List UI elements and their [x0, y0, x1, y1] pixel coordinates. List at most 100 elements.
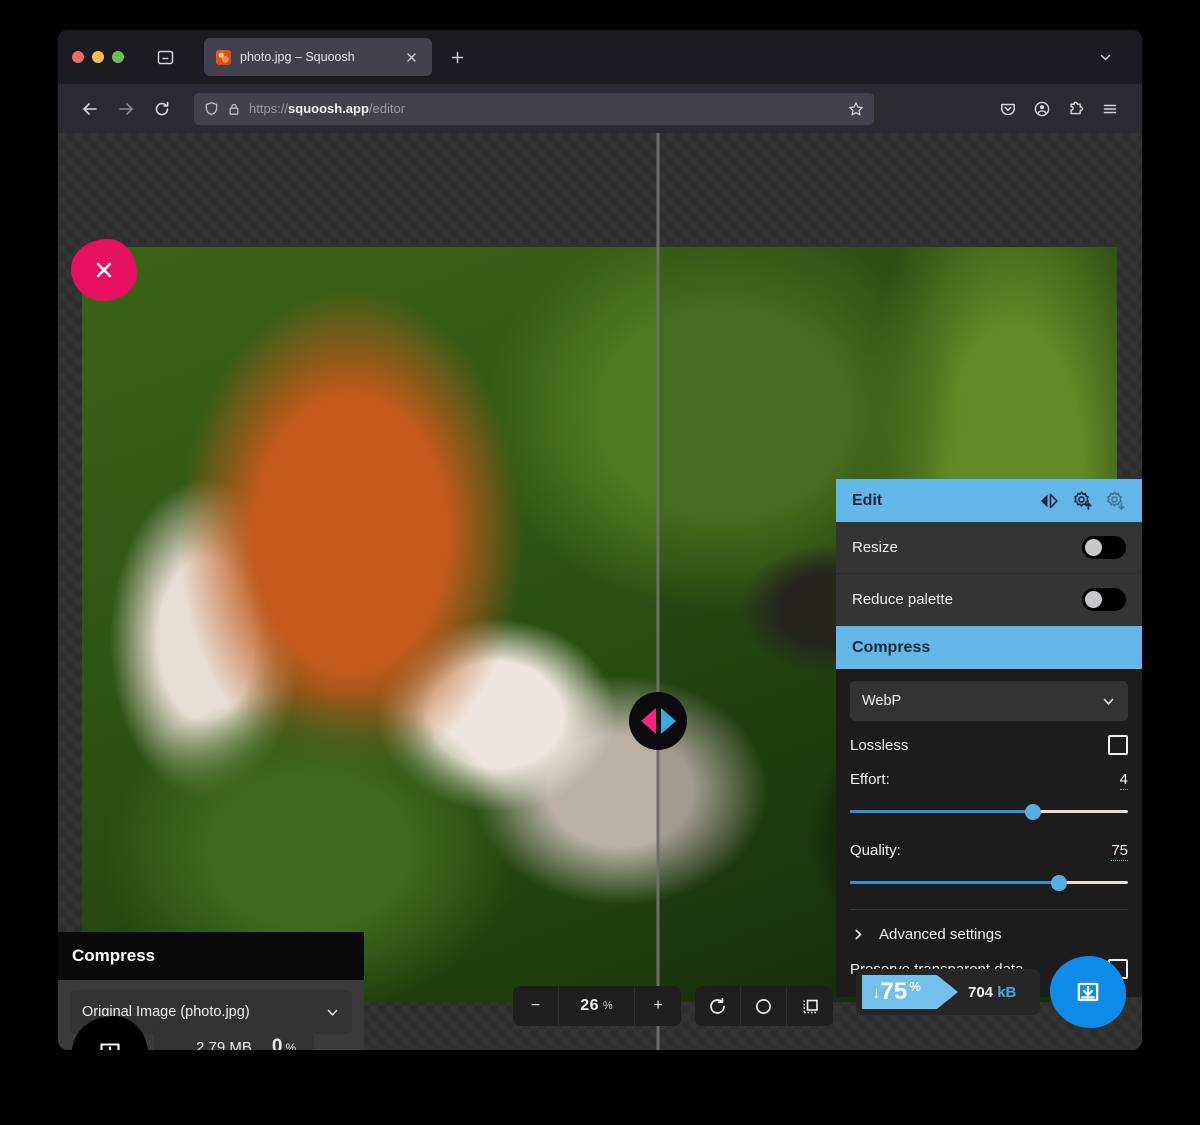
reduce-palette-toggle-knob	[1085, 591, 1102, 608]
edit-panel-header: Edit	[836, 479, 1142, 522]
original-percent: 0 %	[272, 1036, 296, 1050]
savings-percent: 75	[880, 978, 908, 1005]
savings-percent-symbol: %	[909, 979, 921, 994]
left-panel-title: Compress	[58, 932, 364, 980]
star-icon[interactable]	[848, 101, 864, 117]
forward-arrow-icon[interactable]	[110, 93, 142, 125]
format-value: WebP	[862, 693, 902, 709]
output-size-unit: kB	[997, 983, 1017, 1001]
compress-panel-body: WebP Lossless Effort: 4 Quality: 75 Adva…	[836, 669, 1142, 997]
upload-settings-icon[interactable]	[1072, 490, 1093, 511]
effort-slider-fill	[850, 810, 1034, 813]
output-size-number: 704	[968, 983, 998, 1001]
lossless-checkbox[interactable]	[1108, 735, 1128, 755]
window-controls	[58, 51, 124, 63]
back-arrow-icon[interactable]	[74, 93, 106, 125]
toggle-background-icon[interactable]	[787, 986, 833, 1026]
toolbar-right-actions	[992, 93, 1126, 125]
original-percent-value: 0	[271, 1036, 283, 1050]
original-percent-symbol: %	[285, 1041, 297, 1050]
effort-header: Effort: 4	[850, 771, 1128, 804]
pocket-icon[interactable]	[992, 93, 1024, 125]
minimize-window-button[interactable]	[92, 51, 104, 63]
effort-slider[interactable]	[850, 804, 1128, 820]
chevron-down-icon	[1101, 694, 1116, 709]
quality-header: Quality: 75	[850, 842, 1128, 875]
browser-window: photo.jpg – Squoosh https://squoosh.app/…	[58, 30, 1142, 1050]
advanced-settings-label: Advanced settings	[879, 926, 1002, 943]
output-size: 704 kB	[968, 984, 1016, 1001]
tab-strip: photo.jpg – Squoosh	[58, 30, 1142, 84]
split-divider	[656, 133, 660, 1050]
navigation-toolbar: https://squoosh.app/editor	[58, 84, 1142, 133]
effort-control: Effort: 4	[850, 767, 1128, 820]
compress-panel-title: Compress	[852, 638, 931, 656]
menu-icon[interactable]	[1094, 93, 1126, 125]
browser-tab[interactable]: photo.jpg – Squoosh	[204, 38, 432, 76]
zoom-level[interactable]: 26 %	[559, 986, 635, 1026]
savings-pill: ↓ 75 % 704 kB	[856, 969, 1040, 1015]
quality-slider-fill	[850, 881, 1059, 884]
download-result-button[interactable]	[1050, 956, 1126, 1028]
zoom-out-button[interactable]: −	[513, 986, 559, 1026]
view-group	[695, 986, 833, 1026]
account-icon[interactable]	[1026, 93, 1058, 125]
split-compare-icon[interactable]	[629, 692, 687, 750]
squoosh-favicon	[216, 49, 231, 65]
original-image-footer: 2.79 MB 0 %	[58, 1016, 364, 1050]
tab-title: photo.jpg – Squoosh	[240, 50, 355, 64]
url-bar[interactable]: https://squoosh.app/editor	[194, 92, 874, 125]
reload-icon[interactable]	[146, 93, 178, 125]
shield-icon[interactable]	[204, 101, 219, 116]
effort-label: Effort:	[850, 771, 890, 788]
close-image-button[interactable]	[71, 239, 137, 301]
zoom-in-button[interactable]: +	[635, 986, 681, 1026]
url-text: https://squoosh.app/editor	[249, 101, 406, 116]
resize-label: Resize	[852, 539, 898, 556]
original-size-value: 2.79 MB	[196, 1038, 252, 1051]
circle-icon[interactable]	[741, 986, 787, 1026]
resize-row[interactable]: Resize	[836, 522, 1142, 574]
effort-slider-thumb[interactable]	[1025, 804, 1042, 820]
lock-icon	[227, 102, 241, 116]
reduce-palette-row[interactable]: Reduce palette	[836, 574, 1142, 626]
split-left-arrow	[640, 708, 656, 734]
tab-close-icon[interactable]	[398, 44, 424, 70]
maximize-window-button[interactable]	[112, 51, 124, 63]
resize-toggle[interactable]	[1082, 536, 1126, 559]
effort-value[interactable]: 4	[1119, 771, 1128, 790]
quality-slider-thumb[interactable]	[1050, 875, 1067, 891]
quality-slider[interactable]	[850, 875, 1128, 891]
output-actions: ↓ 75 % 704 kB	[856, 956, 1126, 1028]
firefox-view-icon[interactable]	[152, 44, 178, 70]
original-size-pill: 2.79 MB 0 %	[154, 1024, 315, 1051]
zoom-level-unit: %	[602, 1000, 613, 1012]
tab-list-chevron-down-icon[interactable]	[1092, 44, 1118, 70]
lossless-row[interactable]: Lossless	[850, 721, 1128, 767]
resize-toggle-knob	[1085, 539, 1102, 556]
chevron-down-icon	[325, 1005, 340, 1020]
close-window-button[interactable]	[72, 51, 84, 63]
zoom-group: − 26 % +	[513, 986, 681, 1026]
reduce-palette-label: Reduce palette	[852, 591, 953, 608]
new-tab-button[interactable]	[444, 44, 470, 70]
extensions-icon[interactable]	[1060, 93, 1092, 125]
quality-label: Quality:	[850, 842, 901, 859]
advanced-settings-row[interactable]: Advanced settings	[850, 910, 1128, 957]
savings-badge: ↓ 75 %	[862, 975, 958, 1009]
lossless-label: Lossless	[850, 736, 909, 754]
download-settings-icon[interactable]	[1105, 490, 1126, 511]
zoom-controls: − 26 % +	[513, 986, 833, 1026]
edit-panel: Edit Resize Reduce palette Compress WebP…	[836, 479, 1142, 997]
rotate-icon[interactable]	[695, 986, 741, 1026]
squoosh-editor: Compress Original Image (photo.jpg) 2.79…	[58, 133, 1142, 1050]
swap-sides-icon[interactable]	[1038, 493, 1060, 509]
split-right-arrow	[660, 708, 676, 734]
quality-value[interactable]: 75	[1111, 842, 1128, 861]
savings-arrow: ↓	[872, 982, 881, 1002]
format-select[interactable]: WebP	[850, 681, 1128, 721]
reduce-palette-toggle[interactable]	[1082, 588, 1126, 611]
quality-control: Quality: 75	[850, 838, 1128, 891]
original-image-panel: Compress Original Image (photo.jpg) 2.79…	[58, 932, 364, 1050]
edit-panel-actions	[1038, 490, 1126, 511]
